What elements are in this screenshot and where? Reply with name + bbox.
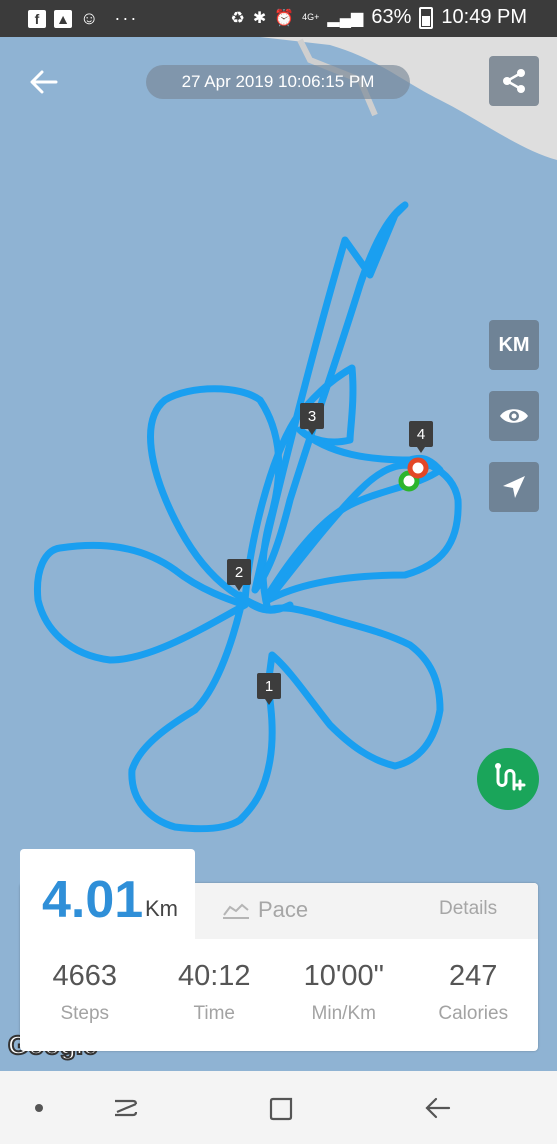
back-nav-button[interactable] xyxy=(422,1093,452,1123)
pace-chart-icon xyxy=(223,903,249,919)
eye-icon xyxy=(500,409,528,423)
stat-calories: 247 Calories xyxy=(409,960,539,1040)
nav-dot-button[interactable] xyxy=(24,1093,54,1123)
share-button[interactable] xyxy=(489,56,539,106)
activity-datetime: 27 Apr 2019 10:06:15 PM xyxy=(146,65,410,99)
facebook-icon: f xyxy=(28,9,46,28)
stat-steps: 4663 Steps xyxy=(20,960,150,1040)
route-north-spur xyxy=(251,201,409,594)
recent-apps-icon xyxy=(115,1099,138,1117)
back-arrow-icon xyxy=(30,70,58,94)
bluetooth-icon: ✱ xyxy=(252,9,267,27)
stat-label: Min/Km xyxy=(311,1003,376,1024)
back-nav-icon xyxy=(425,1097,451,1119)
network-type: 4G+ xyxy=(302,12,320,22)
sonic-icon: ☺ xyxy=(80,8,99,28)
distance-unit: Km xyxy=(145,896,178,921)
stat-time: 40:12 Time xyxy=(150,960,280,1040)
status-right: ♻ ✱ ⏰ 4G+ ▂▄▆ 63% 10:49 PM xyxy=(230,6,527,29)
end-marker xyxy=(407,457,429,479)
stat-value: 4663 xyxy=(52,960,117,992)
stat-label: Time xyxy=(193,1003,236,1024)
unit-toggle-button[interactable]: KM xyxy=(489,320,539,370)
dot-icon xyxy=(35,1104,43,1112)
navigation-arrow-icon xyxy=(503,476,525,498)
route-loop-lower-right xyxy=(264,604,444,770)
km-marker-4: 4 xyxy=(409,421,433,453)
route-path xyxy=(33,201,462,833)
add-route-button[interactable] xyxy=(477,748,539,810)
system-nav-bar xyxy=(0,1071,557,1144)
stat-value: 10'00" xyxy=(303,960,384,992)
stat-pace: 10'00" Min/Km xyxy=(279,960,409,1040)
alarm-icon: ⏰ xyxy=(274,9,295,27)
distance-value: 4.01 xyxy=(42,871,144,929)
clock: 10:49 PM xyxy=(441,6,527,28)
visibility-button[interactable] xyxy=(489,391,539,441)
stat-label: Calories xyxy=(438,1003,509,1024)
signal-icon: ▂▄▆ xyxy=(327,9,364,27)
back-button[interactable] xyxy=(24,62,64,102)
stat-value: 247 xyxy=(449,960,498,992)
status-left: f ▲ ☺ ··· xyxy=(28,8,138,29)
stats-row: 4663 Steps 40:12 Time 10'00" Min/Km 247 … xyxy=(20,960,538,1040)
battery-icon xyxy=(419,6,434,29)
home-button[interactable] xyxy=(266,1093,296,1123)
stat-label: Steps xyxy=(60,1003,110,1024)
home-icon xyxy=(269,1097,293,1121)
km-marker-1: 1 xyxy=(257,673,281,705)
details-link[interactable]: Details xyxy=(439,898,497,920)
pace-tab[interactable]: Pace xyxy=(222,897,308,923)
share-icon xyxy=(503,69,525,93)
route-loop-lower-left xyxy=(128,606,276,833)
status-bar: f ▲ ☺ ··· ♻ ✱ ⏰ 4G+ ▂▄▆ 63% 10:49 PM xyxy=(0,0,557,37)
stat-value: 40:12 xyxy=(177,960,251,992)
battery-percent: 63% xyxy=(371,6,412,28)
app-screen: f ▲ ☺ ··· ♻ ✱ ⏰ 4G+ ▂▄▆ 63% 10:49 PM 1 2… xyxy=(0,0,557,1144)
recent-apps-button[interactable] xyxy=(110,1093,140,1123)
recycle-icon: ♻ xyxy=(230,9,245,27)
pace-tab-label: Pace xyxy=(258,897,309,922)
gallery-icon: ▲ xyxy=(54,9,72,28)
route-loop-left xyxy=(33,541,249,664)
km-marker-3: 3 xyxy=(300,403,324,435)
more-dots: ··· xyxy=(114,8,139,28)
km-marker-2: 2 xyxy=(227,559,251,591)
route-add-icon xyxy=(495,763,526,791)
locate-button[interactable] xyxy=(489,462,539,512)
